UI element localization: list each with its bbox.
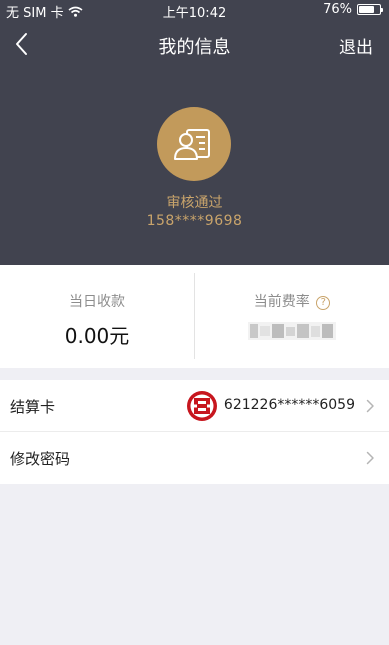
today-collection: 当日收款 0.00元 [0, 265, 194, 368]
battery-percent: 76% [323, 2, 352, 17]
avatar [157, 107, 231, 181]
chevron-right-icon [366, 399, 374, 413]
profile-card-icon [174, 129, 210, 160]
today-collection-label: 当日收款 [69, 294, 125, 310]
status-bar: 无 SIM 卡 上午10:42 76% [0, 0, 389, 21]
battery-icon [357, 4, 383, 15]
nav-bar: 我的信息 退出 [0, 28, 389, 60]
settlement-card-label: 结算卡 [10, 398, 56, 416]
settlement-card-number: 621226******6059 [223, 397, 355, 413]
current-rate-value-redacted [248, 322, 336, 340]
settlement-card-row[interactable]: 结算卡 621226******6059 [0, 380, 389, 432]
page-title: 我的信息 [158, 37, 231, 58]
stats-panel: 当日收款 0.00元 当前费率 ? [0, 265, 389, 368]
logout-button[interactable]: 退出 [339, 33, 373, 58]
change-password-label: 修改密码 [10, 450, 71, 468]
profile-header: 无 SIM 卡 上午10:42 76% 我的信息 退出 审核通过 158****… [0, 0, 389, 265]
current-rate-label: 当前费率 [253, 294, 310, 310]
question-circle-icon[interactable]: ? [316, 296, 331, 310]
current-rate: 当前费率 ? [195, 265, 389, 368]
chevron-right-icon [366, 451, 374, 465]
phone-number: 158****9698 [146, 213, 243, 229]
icbc-logo [187, 391, 217, 421]
settings-list: 结算卡 621226******6059 修改密码 [0, 380, 389, 484]
verification-status: 审核通过 [166, 195, 223, 211]
today-collection-value: 0.00元 [64, 324, 130, 348]
change-password-row[interactable]: 修改密码 [0, 432, 389, 484]
